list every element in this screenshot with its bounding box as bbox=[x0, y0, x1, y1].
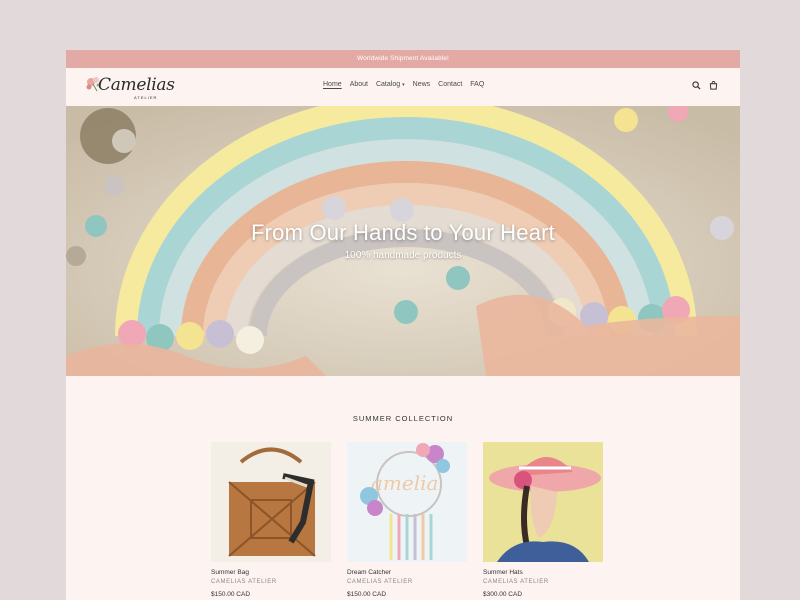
hero-banner: From Our Hands to Your Heart 100% handma… bbox=[66, 106, 740, 376]
product-name[interactable]: Summer Bag bbox=[211, 569, 331, 576]
svg-text:amelia: amelia bbox=[371, 471, 438, 495]
brand-logo[interactable]: Camelias ATELIER bbox=[84, 73, 175, 103]
hero-subtitle: 100% handmade products bbox=[344, 250, 462, 261]
product-name[interactable]: Summer Hats bbox=[483, 569, 603, 576]
site-header: Camelias ATELIER Home About Catalog ▾ Ne… bbox=[66, 68, 740, 106]
nav-item-faq[interactable]: FAQ bbox=[470, 81, 484, 88]
hero-title: From Our Hands to Your Heart bbox=[251, 220, 555, 245]
product-vendor: CAMELIAS ATELIER bbox=[211, 579, 277, 585]
product-name[interactable]: Dream Catcher bbox=[347, 569, 467, 576]
collection-title: SUMMER COLLECTION bbox=[352, 414, 454, 423]
product-vendor: CAMELIAS ATELIER bbox=[347, 579, 413, 585]
product-image-summer-hats[interactable] bbox=[483, 442, 603, 562]
nav-item-home[interactable]: Home bbox=[323, 81, 342, 88]
product-image-dream-catcher[interactable]: amelia bbox=[347, 442, 467, 562]
main-nav: Home About Catalog ▾ News Contact FAQ bbox=[323, 81, 484, 88]
chevron-down-icon: ▾ bbox=[402, 81, 405, 88]
nav-item-about[interactable]: About bbox=[350, 81, 368, 88]
announcement-bar: Worldwide Shipment Available! bbox=[66, 50, 740, 68]
cart-icon[interactable] bbox=[709, 81, 718, 90]
product-card[interactable]: amelia Dream Catcher CAMELIAS ATELIER $1… bbox=[347, 442, 467, 598]
product-price: $300.00 CAD bbox=[483, 591, 523, 598]
search-icon[interactable] bbox=[692, 81, 701, 90]
product-image-summer-bag[interactable] bbox=[211, 442, 331, 562]
product-card[interactable]: Summer Bag CAMELIAS ATELIER $150.00 CAD bbox=[211, 442, 331, 598]
product-card[interactable]: Summer Hats CAMELIAS ATELIER $300.00 CAD bbox=[483, 442, 603, 598]
storefront-page: Worldwide Shipment Available! Camelias A… bbox=[66, 50, 740, 600]
product-price: $150.00 CAD bbox=[347, 591, 387, 598]
header-actions bbox=[692, 81, 718, 90]
product-grid: Summer Bag CAMELIAS ATELIER $150.00 CAD … bbox=[211, 442, 603, 598]
nav-item-catalog[interactable]: Catalog ▾ bbox=[376, 81, 405, 88]
product-vendor: CAMELIAS ATELIER bbox=[483, 579, 549, 585]
brand-name: Camelias bbox=[98, 75, 175, 95]
nav-item-news[interactable]: News bbox=[413, 81, 431, 88]
product-price: $150.00 CAD bbox=[211, 591, 251, 598]
nav-item-catalog-label: Catalog bbox=[375, 81, 401, 88]
brand-subtitle: ATELIER bbox=[134, 95, 158, 100]
nav-item-contact[interactable]: Contact bbox=[438, 81, 462, 88]
